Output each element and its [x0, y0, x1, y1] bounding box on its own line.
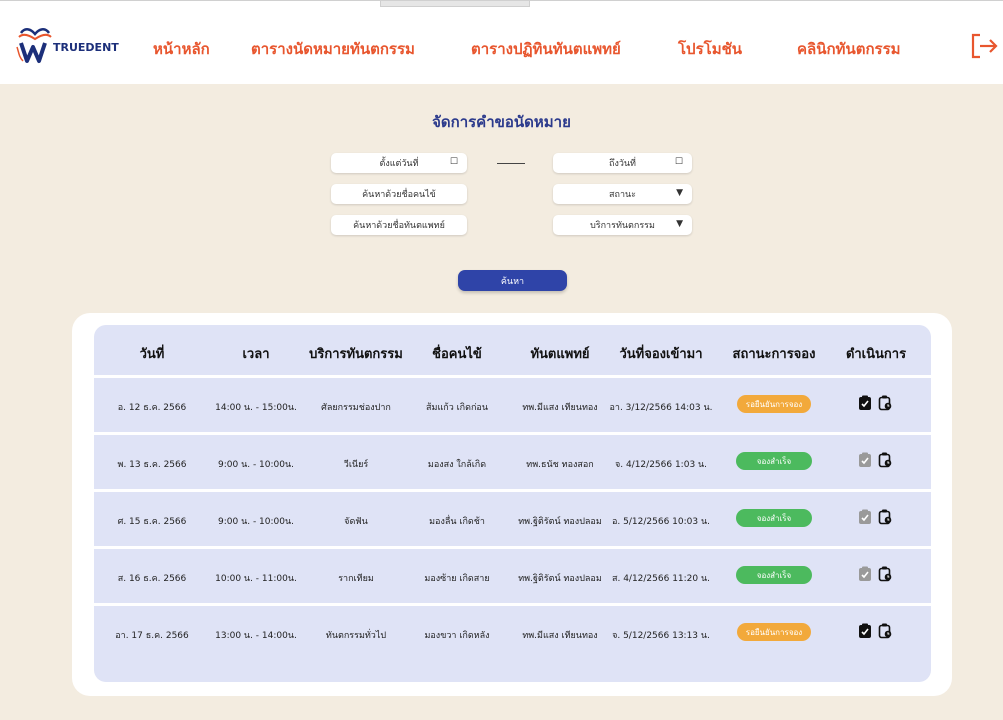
header-actions: ดำเนินการ — [845, 347, 907, 362]
cell-booked-date: จ. 5/12/2566 13:13 น. — [612, 631, 710, 641]
cell-date: ศ. 15 ธ.ค. 2566 — [117, 517, 187, 527]
page-title: จัดการคำขอนัดหมาย — [432, 113, 571, 131]
cell-booked-date: ส. 4/12/2566 11:20 น. — [611, 574, 711, 584]
cell-date: อา. 17 ธ.ค. 2566 — [115, 631, 189, 641]
cell-dentist: ทพ.ธนัช ทองสอก — [526, 460, 594, 470]
status-select[interactable]: สถานะ ▼ — [553, 184, 692, 204]
status-badge: จองสำเร็จ — [736, 566, 812, 584]
pending-clipboard-icon[interactable] — [878, 395, 892, 411]
search-button[interactable]: ค้นหา — [458, 270, 567, 291]
window-handle — [380, 1, 530, 7]
header-patient: ชื่อคนไข้ — [432, 347, 482, 362]
chevron-down-icon: ▼ — [676, 219, 683, 229]
cell-time: 9:00 น. - 10:00น. — [217, 517, 295, 527]
status-badge: รอยืนยันการจอง — [737, 395, 811, 413]
header-service: บริการทันตกรรม — [309, 347, 403, 362]
table-row: พ. 13 ธ.ค. 2566 9:00 น. - 10:00น. วีเนีย… — [94, 432, 931, 489]
cell-date: ส. 16 ธ.ค. 2566 — [117, 574, 187, 584]
status-select-value: สถานะ — [609, 190, 636, 200]
confirm-clipboard-icon — [859, 452, 871, 467]
nav-home[interactable]: หน้าหลัก — [153, 37, 210, 61]
cell-service: จัดฟัน — [344, 517, 368, 527]
table-row: อ. 12 ธ.ค. 2566 14:00 น. - 15:00น. ศัลยก… — [94, 375, 931, 432]
confirm-clipboard-icon — [859, 509, 871, 524]
service-select[interactable]: บริการทันตกรรม ▼ — [553, 215, 692, 235]
header-dentist: ทันตแพทย์ — [530, 347, 590, 362]
nav-appointment-schedule[interactable]: ตารางนัดหมายทันตกรรม — [251, 37, 415, 61]
top-navigation-bar: TRUEDENT หน้าหลัก ตารางนัดหมายทันตกรรม ต… — [0, 0, 1003, 84]
dentist-search-placeholder: ค้นหาด้วยชื่อทันตแพทย์ — [353, 221, 445, 231]
cell-time: 10:00 น. - 11:00น. — [215, 574, 297, 584]
pending-clipboard-icon[interactable] — [878, 452, 892, 468]
cell-booked-date: จ. 4/12/2566 1:03 น. — [614, 460, 708, 470]
cell-time: 14:00 น. - 15:00น. — [215, 403, 297, 413]
header-status: สถานะการจอง — [732, 347, 816, 362]
to-date-placeholder: ถึงวันที่ — [609, 159, 636, 169]
confirm-clipboard-icon[interactable] — [858, 623, 872, 639]
service-select-value: บริการทันตกรรม — [590, 221, 655, 231]
cell-service: รากเทียม — [338, 574, 374, 584]
to-date-field[interactable]: ถึงวันที่ ☐ — [553, 153, 692, 173]
cell-patient: ส้มแก้ว เกิดก่อน — [426, 403, 488, 413]
cell-dentist: ทพ.มีแสง เทียนทอง — [522, 631, 598, 641]
cell-date: อ. 12 ธ.ค. 2566 — [117, 403, 187, 413]
nav-promotions[interactable]: โปรโมชัน — [678, 37, 742, 61]
truedent-logo[interactable]: TRUEDENT — [15, 25, 145, 65]
cell-dentist: ทพ.ฐิติรัตน์ ทองปลอม — [518, 517, 602, 527]
header-date: วันที่ — [139, 347, 165, 362]
header-time: เวลา — [242, 347, 270, 362]
calendar-icon: ☐ — [449, 157, 458, 167]
appointments-table: วันที่ เวลา บริการทันตกรรม ชื่อคนไข้ ทัน… — [94, 325, 931, 682]
from-date-placeholder: ตั้งแต่วันที่ — [379, 159, 419, 169]
chevron-down-icon: ▼ — [676, 188, 683, 198]
cell-time: 9:00 น. - 10:00น. — [217, 460, 295, 470]
nav-dental-clinic[interactable]: คลินิกทันตกรรม — [797, 37, 901, 61]
cell-patient: มองลื่น เกิดช้า — [429, 517, 485, 527]
cell-dentist: ทพ.ฐิติรัตน์ ทองปลอม — [518, 574, 602, 584]
logo-wordmark: TRUEDENT — [53, 41, 119, 54]
table-row: ส. 16 ธ.ค. 2566 10:00 น. - 11:00น. รากเท… — [94, 546, 931, 603]
table-row: อา. 17 ธ.ค. 2566 13:00 น. - 14:00น. ทันต… — [94, 603, 931, 660]
pending-clipboard-icon[interactable] — [878, 509, 892, 525]
from-date-field[interactable]: ตั้งแต่วันที่ ☐ — [331, 153, 467, 173]
cell-patient: มองขวา เกิดหลัง — [424, 631, 490, 641]
cell-date: พ. 13 ธ.ค. 2566 — [117, 460, 187, 470]
cell-patient: มองซ้าย เกิดสาย — [424, 574, 490, 584]
pending-clipboard-icon[interactable] — [878, 566, 892, 582]
date-range-separator — [497, 163, 525, 164]
cell-service: วีเนียร์ — [343, 460, 369, 470]
tooth-logo-icon — [16, 28, 52, 63]
table-row: ศ. 15 ธ.ค. 2566 9:00 น. - 10:00น. จัดฟัน… — [94, 489, 931, 546]
patient-search-input[interactable]: ค้นหาด้วยชื่อคนไข้ — [331, 184, 467, 204]
table-header: วันที่ เวลา บริการทันตกรรม ชื่อคนไข้ ทัน… — [94, 325, 931, 375]
patient-search-placeholder: ค้นหาด้วยชื่อคนไข้ — [362, 190, 436, 200]
status-badge: จองสำเร็จ — [736, 509, 812, 527]
cell-dentist: ทพ.มีแสง เทียนทอง — [522, 403, 598, 413]
status-badge: จองสำเร็จ — [736, 452, 812, 470]
logout-icon[interactable] — [970, 33, 998, 59]
calendar-icon: ☐ — [674, 157, 683, 167]
cell-patient: มองสง ใกล้เกิด — [427, 460, 487, 470]
cell-service: ทันตกรรมทั่วไป — [325, 631, 387, 641]
confirm-clipboard-icon[interactable] — [858, 395, 872, 411]
dentist-search-input[interactable]: ค้นหาด้วยชื่อทันตแพทย์ — [331, 215, 467, 235]
status-badge: รอยืนยันการจอง — [737, 623, 811, 641]
cell-booked-date: อ. 5/12/2566 10:03 น. — [612, 517, 710, 527]
cell-service: ศัลยกรรมช่องปาก — [321, 403, 391, 413]
nav-dentist-calendar[interactable]: ตารางปฏิทินทันตแพทย์ — [471, 37, 621, 61]
cell-time: 13:00 น. - 14:00น. — [215, 631, 297, 641]
confirm-clipboard-icon — [859, 566, 871, 581]
header-booked-date: วันที่จองเข้ามา — [619, 347, 703, 362]
cell-booked-date: อา. 3/12/2566 14:03 น. — [609, 403, 713, 413]
pending-clipboard-icon[interactable] — [878, 623, 892, 639]
